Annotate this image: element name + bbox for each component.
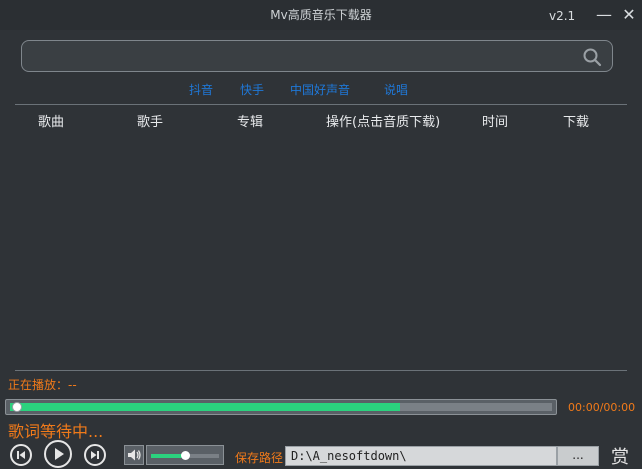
column-header-album: 专辑 bbox=[237, 115, 264, 130]
volume-track bbox=[151, 451, 219, 460]
progress-fill bbox=[10, 403, 400, 411]
platform-tabs: 抖音 快手 中国好声音 说唱 bbox=[0, 81, 642, 97]
mute-button[interactable] bbox=[124, 445, 144, 465]
time-display: 00:00/00:00 bbox=[568, 401, 636, 414]
volume-icon bbox=[128, 449, 141, 461]
column-header-duration: 时间 bbox=[482, 115, 509, 130]
volume-fill bbox=[151, 454, 185, 458]
minimize-button[interactable]: — bbox=[594, 5, 614, 25]
search-icon[interactable] bbox=[582, 47, 602, 67]
search-input[interactable] bbox=[32, 45, 582, 67]
lyrics-text: 歌词等待中... bbox=[8, 422, 104, 441]
next-button[interactable] bbox=[84, 444, 106, 466]
reward-button[interactable]: 赏 bbox=[611, 443, 629, 469]
column-header-action: 操作(点击音质下载) bbox=[326, 115, 441, 130]
divider bbox=[15, 104, 627, 105]
title-bar: Mv高质音乐下载器 v2.1 — ✕ bbox=[0, 0, 642, 30]
progress-track bbox=[10, 402, 552, 412]
browse-button[interactable]: ... bbox=[557, 446, 599, 466]
platform-tab-kuaishou[interactable]: 快手 bbox=[240, 81, 264, 98]
save-path-label: 保存路径 bbox=[235, 451, 284, 465]
platform-tab-douyin[interactable]: 抖音 bbox=[189, 81, 213, 98]
play-button[interactable] bbox=[44, 440, 72, 468]
play-icon bbox=[55, 448, 64, 460]
column-header-song: 歌曲 bbox=[38, 115, 65, 130]
column-header-artist: 歌手 bbox=[137, 115, 164, 130]
previous-button[interactable] bbox=[10, 444, 32, 466]
platform-tab-rap[interactable]: 说唱 bbox=[384, 81, 408, 98]
search-bar bbox=[21, 40, 613, 72]
progress-bar[interactable] bbox=[5, 399, 557, 415]
now-playing-label: 正在播放：-- bbox=[8, 378, 77, 392]
song-list[interactable] bbox=[15, 130, 627, 368]
save-path-field[interactable] bbox=[285, 446, 557, 466]
close-button[interactable]: ✕ bbox=[619, 5, 639, 25]
progress-thumb[interactable] bbox=[12, 402, 22, 412]
column-header-download: 下载 bbox=[563, 115, 590, 130]
window-title: Mv高质音乐下载器 bbox=[270, 8, 372, 22]
previous-icon bbox=[17, 451, 25, 459]
version-label: v2.1 bbox=[549, 9, 576, 23]
volume-slider[interactable] bbox=[146, 445, 224, 465]
platform-tab-voice-of-china[interactable]: 中国好声音 bbox=[290, 81, 350, 98]
next-icon bbox=[91, 451, 99, 459]
volume-thumb[interactable] bbox=[181, 451, 190, 460]
divider bbox=[15, 370, 627, 371]
